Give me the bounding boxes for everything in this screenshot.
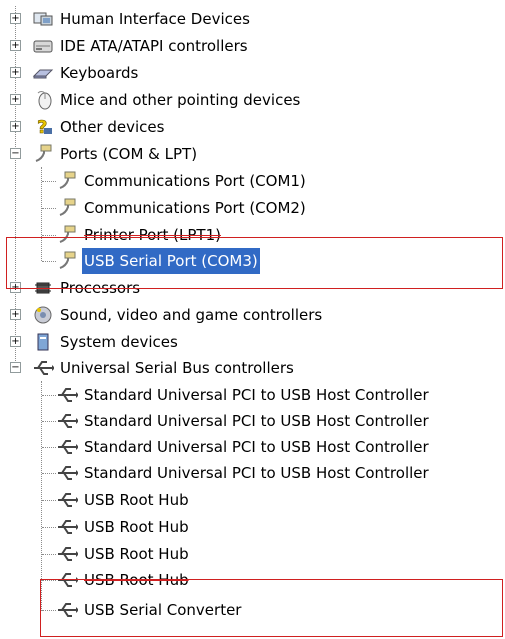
usb-icon — [56, 569, 79, 591]
keyboard-icon — [32, 62, 54, 84]
tree-node-label: Mice and other pointing devices — [60, 91, 301, 109]
tree-node-label: Standard Universal PCI to USB Host Contr… — [84, 412, 429, 430]
tree-node-usb-root-hub[interactable]: USB Root Hub — [0, 541, 505, 567]
tree-node-human-interface-devices[interactable]: + Human Interface Devices — [0, 6, 505, 32]
tree-node-processors[interactable]: + Processors — [0, 275, 505, 301]
usb-icon — [56, 462, 79, 484]
port-connector-icon — [56, 250, 78, 272]
port-connector-icon — [56, 224, 78, 246]
tree-node-usb-host-controller[interactable]: Standard Universal PCI to USB Host Contr… — [0, 434, 505, 460]
processor-icon — [32, 277, 54, 299]
tree-node-usb-host-controller[interactable]: Standard Universal PCI to USB Host Contr… — [0, 460, 505, 486]
tree-node-label: Communications Port (COM2) — [84, 199, 306, 217]
port-connector-icon — [56, 197, 78, 219]
tree-node-label: Standard Universal PCI to USB Host Contr… — [84, 464, 429, 482]
tree-node-label: Ports (COM & LPT) — [60, 145, 198, 163]
svg-text:?: ? — [37, 117, 47, 138]
expand-toggle[interactable]: + — [10, 13, 21, 24]
expand-toggle[interactable]: + — [10, 40, 21, 51]
tree-node-ports[interactable]: − Ports (COM & LPT) — [0, 141, 505, 167]
tree-node-label: Printer Port (LPT1) — [84, 226, 221, 244]
tree-node-label: IDE ATA/ATAPI controllers — [60, 37, 248, 55]
tree-node-ide-ata-atapi-controllers[interactable]: + IDE ATA/ATAPI controllers — [0, 33, 505, 59]
mouse-icon — [32, 89, 54, 111]
usb-icon — [56, 516, 79, 538]
question-mark-icon: ? — [32, 116, 54, 138]
tree-node-label: USB Root Hub — [84, 545, 189, 563]
tree-node-system-devices[interactable]: + System devices — [0, 329, 505, 355]
port-connector-icon — [32, 143, 54, 165]
usb-icon — [56, 384, 79, 406]
tree-node-label: System devices — [60, 333, 178, 351]
tree-node-other-devices[interactable]: + ? Other devices — [0, 114, 505, 140]
tree-node-keyboards[interactable]: + Keyboards — [0, 60, 505, 86]
tree-node-mice[interactable]: + Mice and other pointing devices — [0, 87, 505, 113]
expand-toggle[interactable]: + — [10, 309, 21, 320]
tree-node-label: Human Interface Devices — [60, 10, 250, 28]
tree-node-usb-root-hub[interactable]: USB Root Hub — [0, 567, 505, 593]
ide-controller-icon — [32, 35, 54, 57]
tree-node-label: USB Root Hub — [84, 518, 189, 536]
tree-node-label: Universal Serial Bus controllers — [60, 359, 294, 377]
tree-node-usb-host-controller[interactable]: Standard Universal PCI to USB Host Contr… — [0, 382, 505, 408]
tree-node-usb-host-controller[interactable]: Standard Universal PCI to USB Host Contr… — [0, 408, 505, 434]
expand-toggle[interactable]: + — [10, 336, 21, 347]
collapse-toggle[interactable]: − — [10, 362, 21, 373]
tree-node-usb-serial-converter[interactable]: USB Serial Converter — [0, 597, 505, 623]
tree-node-label: USB Root Hub — [84, 571, 189, 589]
usb-icon — [56, 599, 79, 621]
usb-icon — [32, 357, 55, 379]
tree-node-label: Communications Port (COM1) — [84, 172, 306, 190]
tree-node-label: Sound, video and game controllers — [60, 306, 323, 324]
hid-icon — [32, 8, 54, 30]
tree-node-label: USB Serial Converter — [84, 601, 242, 619]
tree-node-label: USB Root Hub — [84, 491, 189, 509]
tree-node-usb-serial-port-com3[interactable]: USB Serial Port (COM3) — [0, 248, 505, 274]
tree-node-communications-port-com2[interactable]: Communications Port (COM2) — [0, 195, 505, 221]
tree-node-communications-port-com1[interactable]: Communications Port (COM1) — [0, 168, 505, 194]
usb-icon — [56, 410, 79, 432]
usb-icon — [56, 543, 79, 565]
expand-toggle[interactable]: + — [10, 121, 21, 132]
tree-node-label-selected: USB Serial Port (COM3) — [82, 248, 260, 274]
expand-toggle[interactable]: + — [10, 67, 21, 78]
port-connector-icon — [56, 170, 78, 192]
usb-icon — [56, 436, 79, 458]
tree-node-label: Processors — [60, 279, 141, 297]
expand-toggle[interactable]: + — [10, 94, 21, 105]
tree-node-usb-controllers[interactable]: − Universal Serial Bus controllers — [0, 355, 505, 381]
tree-node-usb-root-hub[interactable]: USB Root Hub — [0, 487, 505, 513]
tree-node-label: Standard Universal PCI to USB Host Contr… — [84, 438, 429, 456]
device-tree: + Human Interface Devices + IDE ATA/ATAP… — [0, 0, 505, 639]
system-device-icon — [32, 331, 54, 353]
tree-node-label: Standard Universal PCI to USB Host Contr… — [84, 386, 429, 404]
tree-node-sound-video-game[interactable]: + Sound, video and game controllers — [0, 302, 505, 328]
collapse-toggle[interactable]: − — [10, 148, 21, 159]
tree-node-label: Keyboards — [60, 64, 139, 82]
tree-node-printer-port-lpt1[interactable]: Printer Port (LPT1) — [0, 222, 505, 248]
tree-node-usb-root-hub[interactable]: USB Root Hub — [0, 514, 505, 540]
sound-icon — [32, 304, 54, 326]
tree-node-label: Other devices — [60, 118, 165, 136]
expand-toggle[interactable]: + — [10, 282, 21, 293]
usb-icon — [56, 489, 79, 511]
